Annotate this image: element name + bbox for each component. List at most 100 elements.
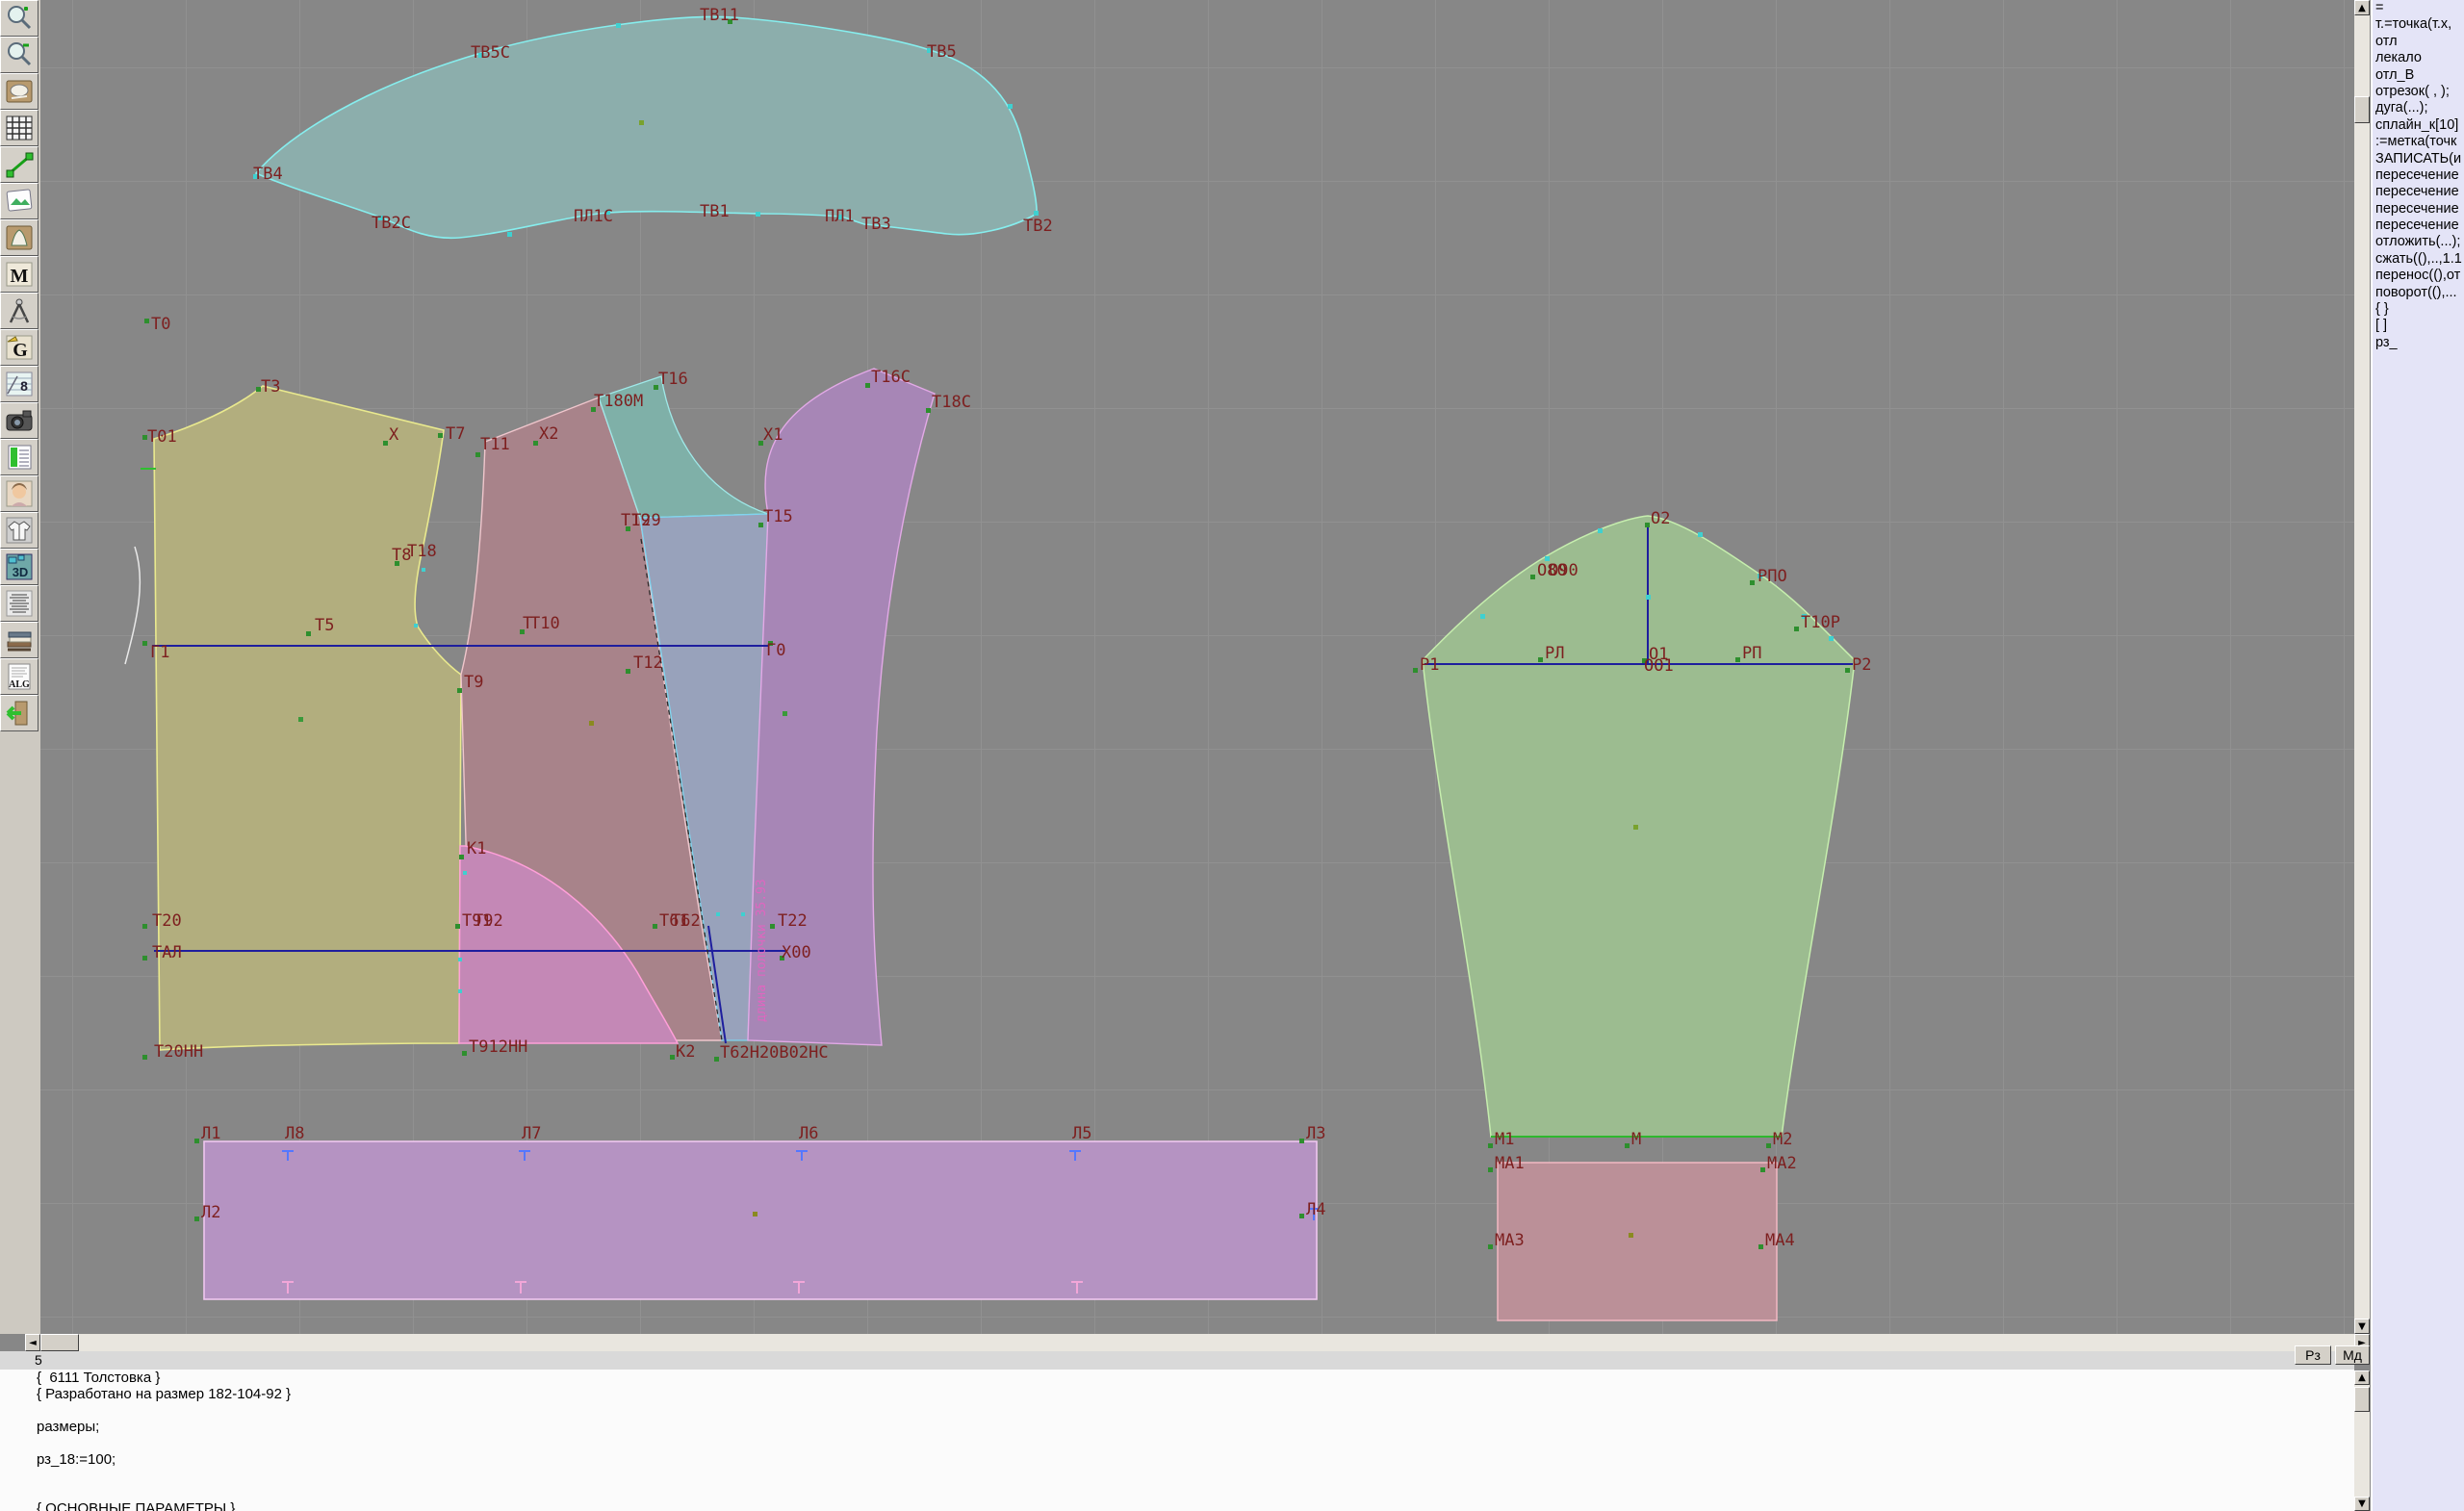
function-list-item[interactable]: перенос((),от	[2373, 268, 2464, 284]
svg-text:Т9: Т9	[464, 673, 483, 692]
svg-text:Т15: Т15	[763, 507, 793, 526]
svg-text:МА1: МА1	[1495, 1154, 1525, 1173]
editor-scroll-up-button[interactable]: ▲	[2354, 1370, 2370, 1385]
segment-icon	[4, 149, 35, 180]
svg-text:М1: М1	[1495, 1130, 1514, 1149]
function-list-item[interactable]: поворот((),...	[2373, 285, 2464, 301]
canvas-vertical-scrollbar[interactable]	[2354, 15, 2370, 1319]
function-list-item[interactable]: =	[2373, 0, 2464, 16]
code-line[interactable]: { ОСНОВНЫЕ ПАРАМЕТРЫ }	[0, 1500, 2354, 1511]
table-button[interactable]	[0, 439, 38, 475]
canvas-scroll-up-button[interactable]: ▲	[2354, 0, 2370, 15]
canvas-scroll-left-button[interactable]: ◄	[25, 1334, 40, 1351]
editor-vertical-scroll-thumb[interactable]	[2354, 1387, 2370, 1412]
code-line[interactable]: { Разработано на размер 182-104-92 }	[0, 1386, 2354, 1402]
function-list-item[interactable]: отрезок( , );	[2373, 84, 2464, 100]
svg-text:ТВ5: ТВ5	[927, 42, 957, 62]
code-line[interactable]: размеры;	[0, 1419, 2354, 1435]
svg-text:Г0: Г0	[766, 641, 785, 660]
piece-sleeve[interactable]	[1423, 516, 1855, 1137]
piece-cuff[interactable]	[1498, 1163, 1777, 1320]
md-button[interactable]: Мд	[2335, 1345, 2370, 1365]
script-editor[interactable]: 5 { 6111 Толстовка } { Разработано на ра…	[0, 1351, 2354, 1511]
code-line[interactable]	[0, 1468, 2354, 1484]
segment-button[interactable]	[0, 146, 38, 183]
canvas-vertical-scroll-thumb[interactable]	[2354, 96, 2370, 123]
svg-text:Г1: Г1	[150, 643, 169, 662]
svg-text:ОО1: ОО1	[1644, 656, 1674, 676]
svg-text:Л3: Л3	[1306, 1124, 1325, 1143]
photo-button[interactable]	[0, 402, 38, 439]
3d-button[interactable]: 3D	[0, 549, 38, 585]
code-line[interactable]	[0, 1484, 2354, 1500]
function-list-item[interactable]: сжать((),..,1.1	[2373, 251, 2464, 268]
svg-text:Т5: Т5	[315, 616, 334, 635]
svg-text:M: M	[11, 266, 29, 287]
svg-text:ТАЛ: ТАЛ	[152, 943, 182, 962]
function-list-item[interactable]: пересечение	[2373, 201, 2464, 218]
alg-button[interactable]: ALG	[0, 658, 38, 695]
function-list-item[interactable]: ЗАПИСАТЬ(и	[2373, 151, 2464, 167]
zoom-out-button[interactable]	[0, 37, 38, 73]
canvas-horizontal-scroll-thumb[interactable]	[40, 1334, 79, 1351]
pattern-cad-app: M G 8 3D ALG	[0, 0, 2464, 1511]
script-button[interactable]	[0, 585, 38, 622]
piece-front-side[interactable]	[748, 369, 935, 1045]
function-list-item[interactable]: рз_	[2373, 335, 2464, 351]
function-list-item[interactable]: пересечение	[2373, 167, 2464, 184]
grid-button[interactable]	[0, 110, 38, 146]
piece-band[interactable]	[204, 1141, 1317, 1299]
svg-text:Т18: Т18	[407, 542, 437, 561]
measurements-button[interactable]: M	[0, 256, 38, 293]
books-button[interactable]	[0, 622, 38, 658]
svg-text:G: G	[13, 340, 28, 361]
function-list-item[interactable]: отложить(...);	[2373, 234, 2464, 250]
piece-hood[interactable]	[256, 16, 1037, 238]
canvas-horizontal-scrollbar[interactable]	[25, 1334, 2354, 1351]
zoom-in-button[interactable]	[0, 0, 38, 37]
code-line[interactable]	[0, 1402, 2354, 1419]
grading-button[interactable]: G	[0, 329, 38, 366]
function-list-item[interactable]: [ ]	[2373, 318, 2464, 334]
ruler-button[interactable]: 8	[0, 366, 38, 402]
image-button[interactable]	[0, 183, 38, 219]
svg-text:К2: К2	[676, 1042, 695, 1062]
sketch-icon	[4, 76, 35, 107]
editor-scroll-down-button[interactable]: ▼	[2354, 1497, 2370, 1511]
code-line[interactable]: рз_18:=100;	[0, 1451, 2354, 1468]
scroll-down-icon: ▼	[2358, 1498, 2366, 1509]
garment-button[interactable]	[0, 512, 38, 549]
svg-text:Т912НН: Т912НН	[469, 1037, 527, 1057]
editor-line-number: 5	[35, 1352, 42, 1368]
svg-text:ALG: ALG	[9, 679, 30, 690]
svg-text:Т12: Т12	[633, 653, 663, 673]
exit-button[interactable]	[0, 695, 38, 731]
function-list-item[interactable]: т.=точка(т.х,	[2373, 16, 2464, 33]
function-list-item[interactable]: лекало	[2373, 50, 2464, 66]
svg-text:МА3: МА3	[1495, 1231, 1525, 1250]
canvas-scroll-down-button[interactable]: ▼	[2354, 1319, 2370, 1334]
svg-text:Т20: Т20	[152, 911, 182, 931]
function-list-item[interactable]: сплайн_к[10]	[2373, 117, 2464, 134]
code-line[interactable]	[0, 1435, 2354, 1451]
editor-line-number-row[interactable]: 5	[0, 1351, 2354, 1370]
code-line[interactable]: { 6111 Толстовка }	[0, 1370, 2354, 1386]
toolbar: M G 8 3D ALG	[0, 0, 40, 1334]
svg-text:Т16С: Т16С	[871, 368, 911, 387]
function-list-item[interactable]: отл	[2373, 34, 2464, 50]
rotated-measure-note: длина полочки 35.93	[755, 879, 769, 1022]
compass-button[interactable]	[0, 293, 38, 329]
rz-button[interactable]: Рз	[2295, 1345, 2331, 1365]
portrait-button[interactable]	[0, 475, 38, 512]
function-list-item[interactable]: дуга(...);	[2373, 100, 2464, 116]
pattern-button[interactable]	[0, 219, 38, 256]
svg-text:Т180М: Т180М	[594, 392, 643, 411]
function-list-item[interactable]: { }	[2373, 301, 2464, 318]
function-list-item[interactable]: :=метка(точк	[2373, 134, 2464, 150]
function-list-item[interactable]: пересечение	[2373, 184, 2464, 200]
function-list-item[interactable]: отл_В	[2373, 67, 2464, 84]
function-list-item[interactable]: пересечение	[2373, 218, 2464, 234]
sketch-button[interactable]	[0, 73, 38, 110]
pattern-canvas[interactable]: ТВ11 ТВ5С ТВ5 ТВ4 ТВ2С ПЛ1С ТВ1 ПЛ1 ТВ3 …	[40, 0, 2354, 1334]
svg-text:О90: О90	[1549, 561, 1578, 580]
